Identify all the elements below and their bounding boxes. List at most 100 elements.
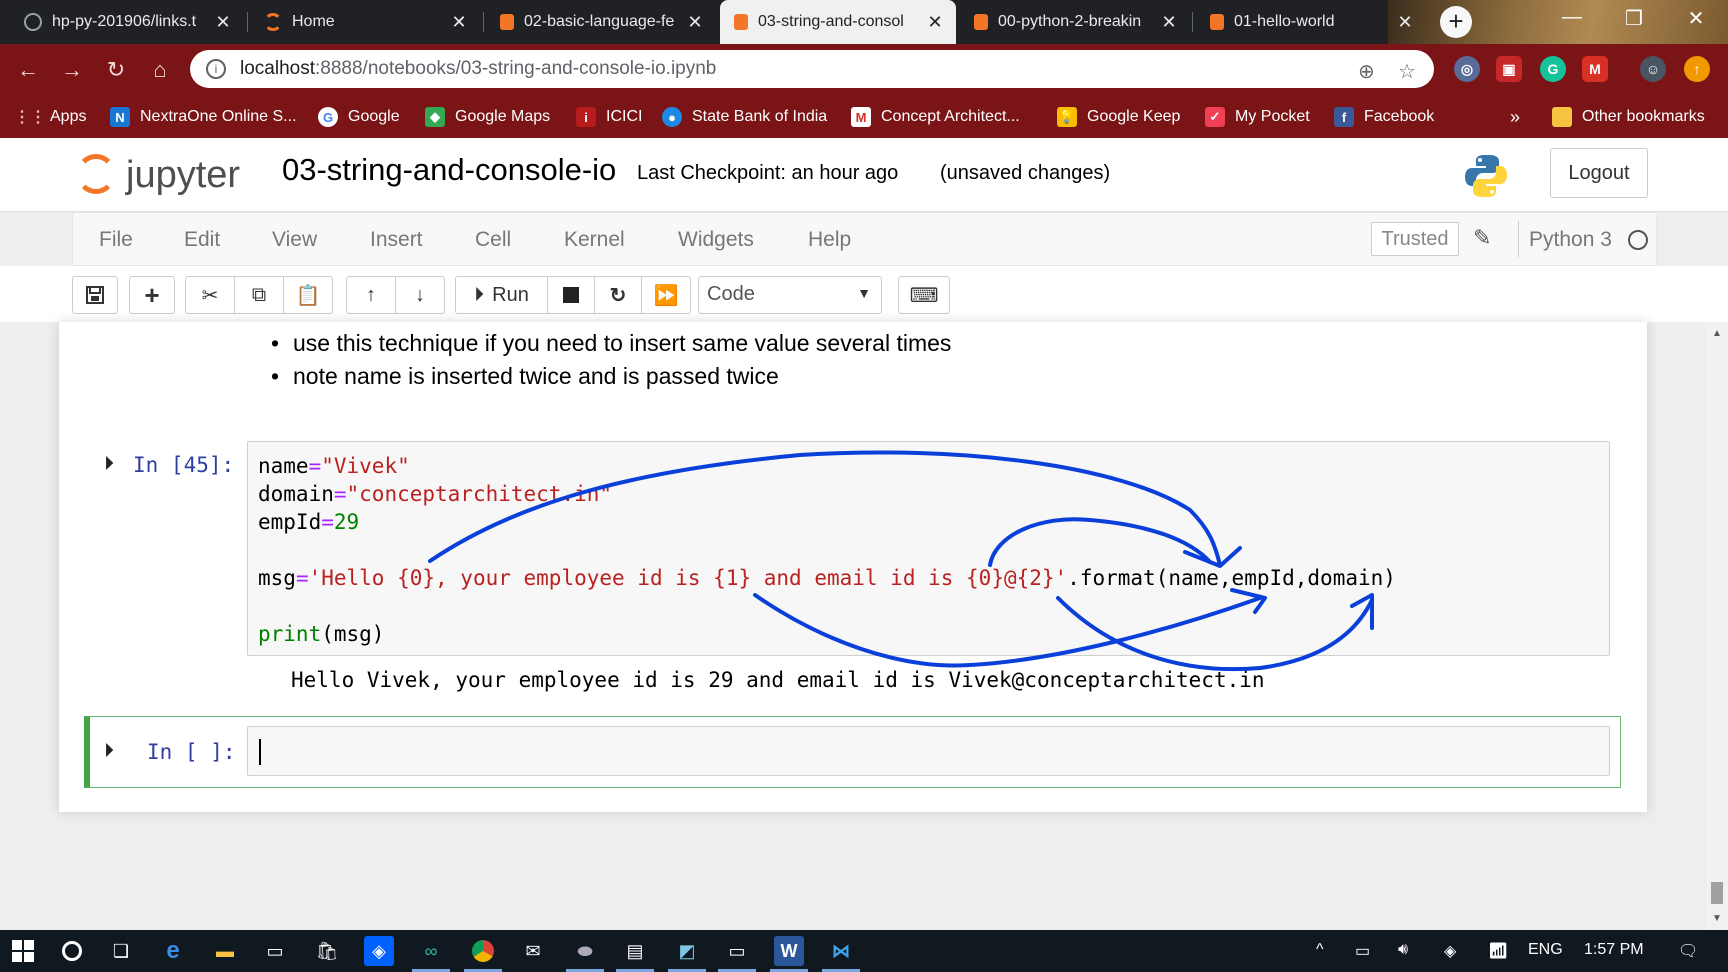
- new-tab-button[interactable]: +: [1440, 6, 1472, 38]
- notifications-icon[interactable]: 🗨︎: [1678, 941, 1698, 961]
- tab-03-string-and-console[interactable]: 03-string-and-consol ✕: [720, 0, 956, 44]
- bookmark-my-pocket[interactable]: ✓ My Pocket: [1205, 96, 1310, 138]
- empty-code-input[interactable]: [247, 726, 1610, 776]
- tab-home[interactable]: Home ✕: [250, 0, 480, 44]
- close-icon[interactable]: ✕: [450, 12, 468, 33]
- app-icon[interactable]: ⬬: [566, 936, 604, 972]
- menu-view[interactable]: View: [272, 228, 317, 252]
- cmd-icon[interactable]: ▭: [718, 936, 756, 972]
- cell-type-select[interactable]: Code ▼: [698, 276, 882, 314]
- jupyter-logo[interactable]: jupyter: [76, 150, 256, 200]
- store-icon[interactable]: 🛍: [312, 936, 342, 966]
- interrupt-button[interactable]: [547, 276, 595, 314]
- close-icon[interactable]: ✕: [1160, 12, 1178, 33]
- restart-button[interactable]: ↻: [594, 276, 642, 314]
- site-info-icon[interactable]: i: [206, 59, 226, 79]
- run-button[interactable]: ⏵ Run: [455, 276, 548, 314]
- move-down-button[interactable]: ↓: [395, 276, 445, 314]
- search-icon[interactable]: [57, 936, 87, 966]
- star-icon[interactable]: ☆: [1398, 59, 1416, 84]
- bookmark-google-keep[interactable]: 💡 Google Keep: [1057, 96, 1180, 138]
- gmail-checker-icon[interactable]: M: [1582, 56, 1608, 82]
- copy-button[interactable]: ⧉: [234, 276, 284, 314]
- window-close-icon[interactable]: ✕: [1676, 6, 1716, 31]
- bookmark-icici[interactable]: i ICICI: [576, 96, 642, 138]
- close-icon[interactable]: ✕: [1396, 12, 1414, 33]
- tab-02-basic-language[interactable]: 02-basic-language-fe ✕: [486, 0, 716, 44]
- other-bookmarks[interactable]: Other bookmarks: [1552, 96, 1705, 138]
- windows-start-icon[interactable]: [8, 936, 38, 966]
- close-icon[interactable]: ✕: [686, 12, 704, 33]
- menu-edit[interactable]: Edit: [184, 228, 220, 252]
- restore-icon[interactable]: ❐: [1614, 6, 1654, 31]
- arduino-icon[interactable]: ∞: [412, 936, 450, 972]
- word-icon[interactable]: W: [770, 936, 808, 972]
- address-bar[interactable]: i localhost:8888/notebooks/03-string-and…: [190, 50, 1434, 88]
- tab-links[interactable]: hp-py-201906/links.t ✕: [10, 0, 244, 44]
- scrollbar-thumb[interactable]: [1711, 882, 1723, 904]
- reload-icon[interactable]: ↻: [100, 54, 132, 86]
- task-view-icon[interactable]: ❏: [106, 936, 136, 966]
- volume-icon[interactable]: 🔊︎: [1398, 941, 1408, 959]
- code-cell-input[interactable]: name="Vivek" domain="conceptarchitect.in…: [247, 441, 1610, 656]
- menu-help[interactable]: Help: [808, 228, 851, 252]
- home-icon[interactable]: ⌂: [144, 54, 176, 86]
- insert-cell-button[interactable]: +: [129, 276, 175, 314]
- close-icon[interactable]: ✕: [214, 12, 232, 33]
- scroll-up-icon[interactable]: ▲: [1712, 328, 1722, 339]
- file-explorer-icon[interactable]: ▬: [210, 936, 240, 966]
- dropbox-icon[interactable]: ◈: [364, 936, 394, 966]
- vscode-icon[interactable]: ⋈: [822, 936, 860, 972]
- page-scrollbar[interactable]: ▲ ▼: [1706, 322, 1728, 930]
- move-up-button[interactable]: ↑: [346, 276, 396, 314]
- run-cell-icon[interactable]: ⏵: [104, 740, 114, 763]
- menu-insert[interactable]: Insert: [370, 228, 423, 252]
- close-icon[interactable]: ✕: [926, 12, 944, 33]
- paste-button[interactable]: 📋: [283, 276, 333, 314]
- kernel-name[interactable]: Python 3: [1529, 228, 1612, 252]
- bookmark-apps[interactable]: ⋮⋮ Apps: [14, 96, 86, 138]
- bookmark-sbi[interactable]: ● State Bank of India: [662, 96, 827, 138]
- app-icon[interactable]: ▤: [616, 936, 654, 972]
- cut-button[interactable]: ✂: [185, 276, 235, 314]
- bookmark-google[interactable]: G Google: [318, 96, 400, 138]
- bookmarks-overflow-button[interactable]: »: [1510, 96, 1520, 138]
- restart-run-all-button[interactable]: ⏩: [641, 276, 691, 314]
- profile-avatar[interactable]: ☺: [1640, 56, 1666, 82]
- menu-widgets[interactable]: Widgets: [678, 228, 754, 252]
- terminal-icon[interactable]: ▭: [260, 936, 290, 966]
- command-palette-button[interactable]: ⌨: [898, 276, 950, 314]
- menu-file[interactable]: File: [99, 228, 133, 252]
- network-icon[interactable]: 📶︎: [1488, 941, 1508, 961]
- edge-icon[interactable]: e: [158, 936, 188, 966]
- input-language[interactable]: ENG: [1528, 941, 1563, 959]
- scroll-down-icon[interactable]: ▼: [1712, 913, 1722, 924]
- tab-00-python-2[interactable]: 00-python-2-breakin ✕: [960, 0, 1190, 44]
- menu-kernel[interactable]: Kernel: [564, 228, 625, 252]
- tab-01-hello-world[interactable]: 01-hello-world ✕: [1196, 0, 1426, 44]
- bookmark-google-maps[interactable]: ◆ Google Maps: [425, 96, 550, 138]
- notebook-title[interactable]: 03-string-and-console-io: [282, 152, 616, 188]
- pencil-icon[interactable]: ✎: [1473, 225, 1491, 251]
- bookmark-facebook[interactable]: f Facebook: [1334, 96, 1434, 138]
- mail-icon[interactable]: ✉: [518, 936, 548, 966]
- clock[interactable]: 1:57 PM: [1584, 941, 1644, 959]
- save-button[interactable]: [72, 276, 118, 314]
- minimize-icon[interactable]: —: [1552, 6, 1592, 29]
- zoom-icon[interactable]: ⊕: [1358, 59, 1375, 84]
- forward-icon[interactable]: →: [56, 54, 88, 86]
- logout-button[interactable]: Logout: [1550, 148, 1648, 198]
- dropbox-tray-icon[interactable]: ◈: [1444, 941, 1456, 961]
- extension-icon[interactable]: ◎: [1454, 56, 1480, 82]
- update-icon[interactable]: ↑: [1684, 56, 1710, 82]
- run-cell-icon[interactable]: ⏵: [104, 453, 114, 476]
- trusted-badge[interactable]: Trusted: [1371, 222, 1459, 256]
- back-icon[interactable]: ←: [12, 54, 44, 86]
- battery-icon[interactable]: ▭: [1355, 941, 1370, 961]
- bookmark-concept-architect[interactable]: M Concept Architect...: [851, 96, 1020, 138]
- app-icon[interactable]: ◩: [668, 936, 706, 972]
- grammarly-icon[interactable]: G: [1540, 56, 1566, 82]
- tray-overflow-icon[interactable]: ^: [1316, 941, 1324, 959]
- extension-red-icon[interactable]: ▣: [1496, 56, 1522, 82]
- bookmark-nextraone[interactable]: N NextraOne Online S...: [110, 96, 297, 138]
